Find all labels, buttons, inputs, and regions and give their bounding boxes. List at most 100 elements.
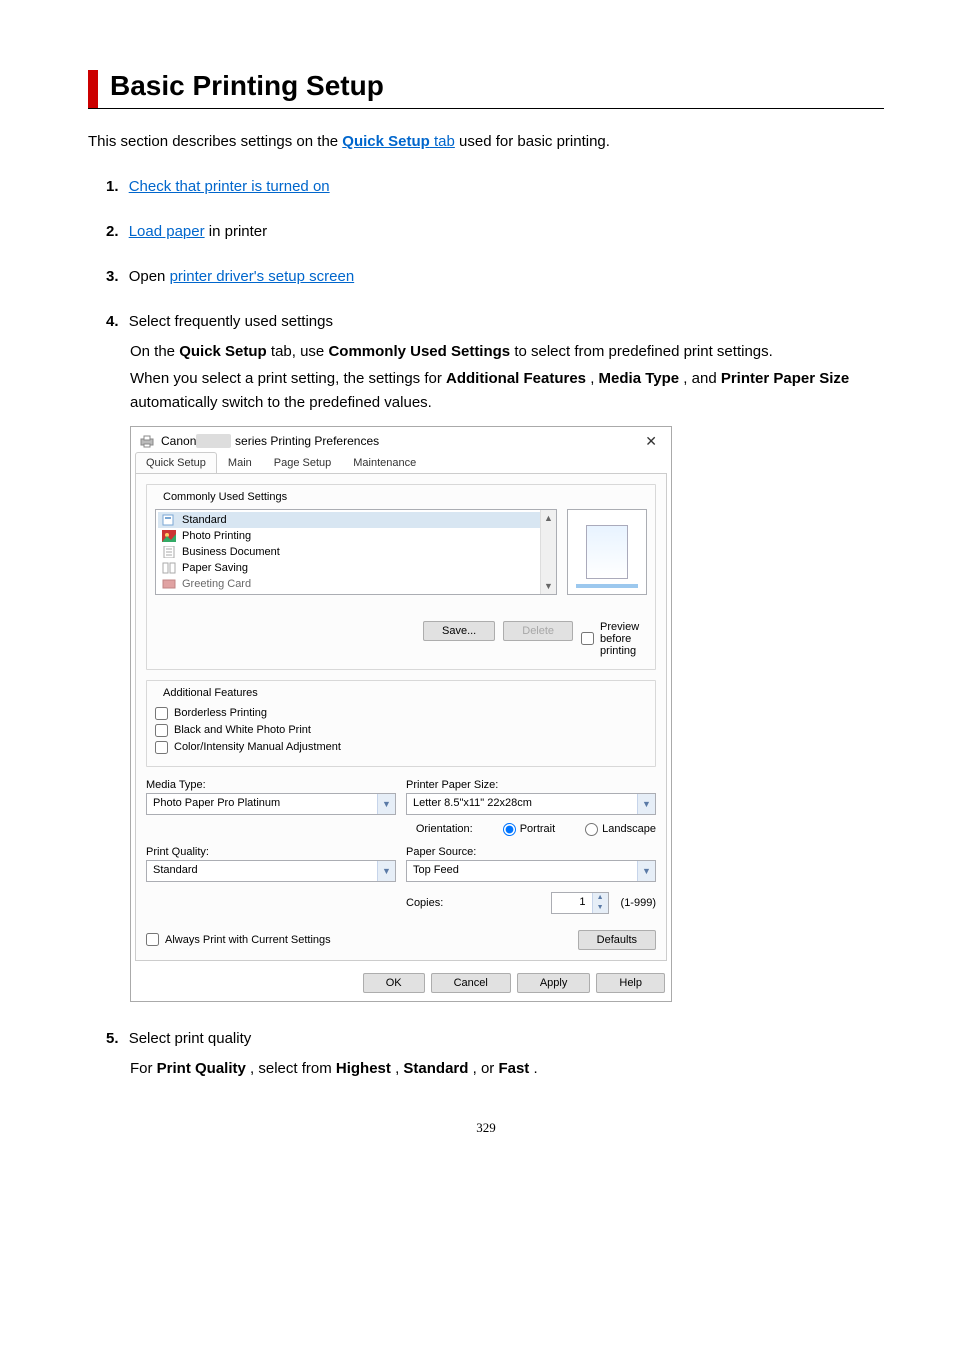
driver-setup-screen-link[interactable]: printer driver's setup screen (170, 268, 355, 285)
preview-doc-icon (586, 525, 628, 579)
defaults-button[interactable]: Defaults (578, 930, 656, 950)
text-bold: Quick Setup (179, 343, 267, 360)
spinner-up-icon[interactable]: ▲ (593, 893, 608, 903)
tab-quick-setup[interactable]: Quick Setup (135, 452, 217, 473)
step-3-prefix: Open (129, 268, 170, 285)
dialog-tabs: Quick Setup Main Page Setup Maintenance (131, 452, 671, 473)
page-number: 329 (88, 1120, 884, 1136)
media-type-dropdown[interactable]: Photo Paper Pro Platinum ▼ (146, 793, 396, 815)
dialog-titlebar: Canon .. series Printing Preferences ✕ (131, 427, 671, 452)
text-bold: Commonly Used Settings (328, 343, 510, 360)
scroll-down-icon[interactable]: ▼ (541, 578, 556, 594)
tab-page-setup[interactable]: Page Setup (263, 452, 343, 473)
step-5: 5. Select print quality (106, 1030, 884, 1047)
chevron-down-icon[interactable]: ▼ (377, 794, 395, 814)
text: , and (683, 370, 721, 387)
scrollbar[interactable]: ▲ ▼ (540, 510, 556, 594)
paper-size-label: Printer Paper Size: (406, 779, 656, 791)
greeting-card-icon (162, 578, 176, 590)
preview-before-printing-checkbox[interactable] (581, 632, 594, 645)
list-item-label: Standard (182, 514, 227, 526)
intro-text-post: used for basic printing. (459, 133, 610, 150)
tab-main[interactable]: Main (217, 452, 263, 473)
step-3: 3. Open printer driver's setup screen (106, 268, 884, 285)
list-item: Photo Printing (158, 528, 554, 544)
bw-photo-print-checkbox[interactable] (155, 724, 168, 737)
text: to select from predefined print settings… (514, 343, 772, 360)
additional-features-group: Additional Features Borderless Printing … (146, 680, 656, 767)
landscape-label: Landscape (602, 823, 656, 835)
text-bold: Print Quality (157, 1060, 246, 1077)
chevron-down-icon[interactable]: ▼ (637, 794, 655, 814)
paper-size-dropdown[interactable]: Letter 8.5"x11" 22x28cm ▼ (406, 793, 656, 815)
copies-spinner[interactable]: 1 ▲ ▼ (551, 892, 609, 914)
spinner-down-icon[interactable]: ▼ (593, 903, 608, 913)
landscape-radio[interactable] (585, 823, 598, 836)
intro-paragraph: This section describes settings on the Q… (88, 133, 884, 150)
portrait-radio[interactable] (503, 823, 516, 836)
cancel-button[interactable]: Cancel (431, 973, 511, 993)
step-5-title: Select print quality (129, 1030, 252, 1047)
step-number: 2. (106, 223, 119, 240)
step-2: 2. Load paper in printer (106, 223, 884, 240)
print-quality-dropdown[interactable]: Standard ▼ (146, 860, 396, 882)
document-icon (162, 546, 176, 558)
text: , (590, 370, 598, 387)
delete-button[interactable]: Delete (503, 621, 573, 641)
paper-source-value: Top Feed (407, 861, 637, 881)
step-1: 1. Check that printer is turned on (106, 178, 884, 195)
step-number: 5. (106, 1030, 119, 1047)
checkbox-label: Borderless Printing (174, 707, 267, 719)
close-icon[interactable]: ✕ (639, 433, 663, 450)
chevron-down-icon[interactable]: ▼ (377, 861, 395, 881)
text-bold: Media Type (599, 370, 680, 387)
commonly-used-legend: Commonly Used Settings (159, 491, 291, 503)
step-4-title: Select frequently used settings (129, 313, 333, 330)
save-button[interactable]: Save... (423, 621, 495, 641)
text: automatically switch to the predefined v… (130, 394, 432, 411)
scroll-up-icon[interactable]: ▲ (541, 510, 556, 526)
load-paper-link[interactable]: Load paper (129, 223, 205, 240)
preview-before-printing-label: Preview before printing (600, 621, 647, 657)
color-intensity-checkbox[interactable] (155, 741, 168, 754)
ok-button[interactable]: OK (363, 973, 425, 993)
chevron-down-icon[interactable]: ▼ (637, 861, 655, 881)
step-number: 3. (106, 268, 119, 285)
text: When you select a print setting, the set… (130, 370, 446, 387)
step-5-body: For Print Quality , select from Highest … (106, 1057, 884, 1080)
list-item: Paper Saving (158, 560, 554, 576)
media-type-label: Media Type: (146, 779, 396, 791)
orientation-label: Orientation: (416, 823, 473, 835)
check-printer-on-link[interactable]: Check that printer is turned on (129, 178, 330, 195)
borderless-printing-checkbox[interactable] (155, 707, 168, 720)
title-section: Basic Printing Setup (88, 70, 884, 109)
text: On the (130, 343, 179, 360)
portrait-label: Portrait (520, 823, 555, 835)
checkbox-label: Color/Intensity Manual Adjustment (174, 741, 341, 753)
text-bold: Fast (498, 1060, 529, 1077)
help-button[interactable]: Help (596, 973, 665, 993)
step-number: 1. (106, 178, 119, 195)
list-item-label: Greeting Card (182, 578, 251, 590)
list-item-label: Paper Saving (182, 562, 248, 574)
paper-source-dropdown[interactable]: Top Feed ▼ (406, 860, 656, 882)
paper-source-label: Paper Source: (406, 846, 656, 858)
additional-features-legend: Additional Features (159, 687, 262, 699)
title-suffix: series Printing Preferences (235, 434, 379, 448)
commonly-used-settings-group: Commonly Used Settings Standard (146, 484, 656, 670)
step-4: 4. Select frequently used settings (106, 313, 884, 330)
commonly-used-listbox[interactable]: Standard Photo Printing Business Documen… (155, 509, 557, 595)
quick-setup-tab-link[interactable]: Quick Setup tab (342, 133, 455, 150)
list-item-label: Photo Printing (182, 530, 251, 542)
step-2-suffix: in printer (209, 223, 267, 240)
print-quality-value: Standard (147, 861, 377, 881)
text: For (130, 1060, 157, 1077)
step-number: 4. (106, 313, 119, 330)
tab-maintenance[interactable]: Maintenance (342, 452, 427, 473)
list-item: Business Document (158, 544, 554, 560)
title-model-blur: .. (196, 434, 231, 448)
intro-text-pre: This section describes settings on the (88, 133, 342, 150)
list-item-label: Business Document (182, 546, 280, 558)
apply-button[interactable]: Apply (517, 973, 591, 993)
always-print-checkbox[interactable] (146, 933, 159, 946)
